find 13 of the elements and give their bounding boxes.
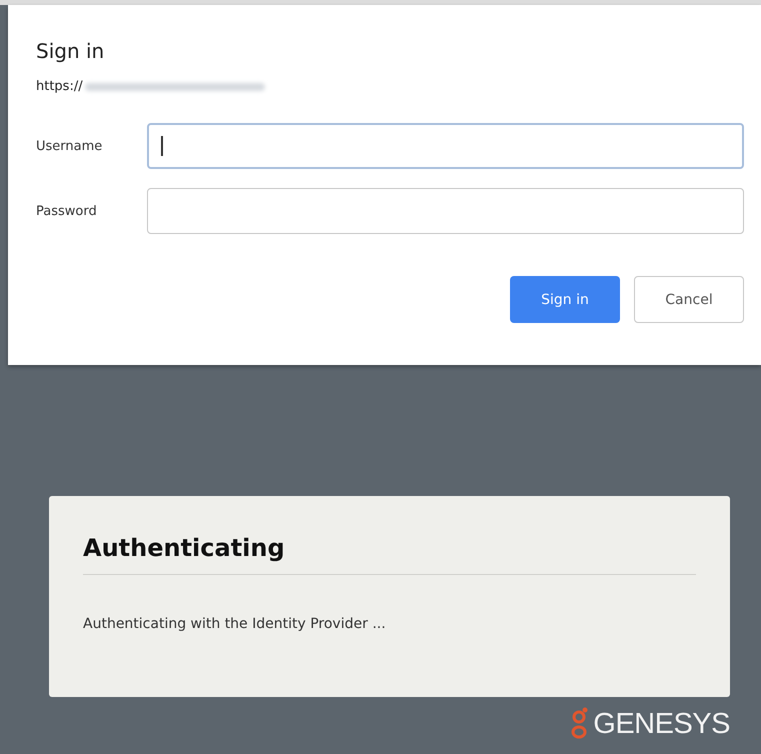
cancel-button[interactable]: Cancel: [634, 276, 744, 323]
status-message: Authenticating with the Identity Provider ...: [83, 616, 387, 632]
field-label: Password: [36, 204, 98, 218]
brand-name: GENESYS: [593, 708, 730, 740]
sign-in-button[interactable]: Sign in: [510, 276, 620, 323]
logo-icon: [571, 707, 590, 741]
input-field[interactable]: [147, 123, 744, 169]
field-label: Username: [36, 138, 104, 154]
url-text: https://: [36, 79, 83, 94]
dialog-title: Sign in: [36, 39, 106, 63]
text-cursor-icon: [161, 136, 162, 156]
card-title: Authenticating: [83, 534, 696, 575]
input-field[interactable]: [147, 188, 744, 234]
